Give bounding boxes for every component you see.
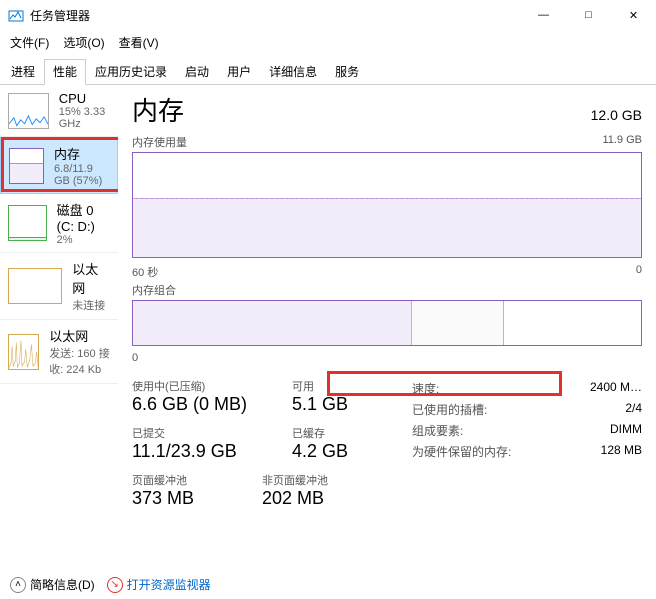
page-title: 内存	[132, 91, 184, 128]
memory-usage-chart[interactable]	[132, 152, 642, 258]
tab-startup[interactable]: 启动	[176, 59, 218, 84]
content-area: CPU 15% 3.33 GHz 内存 6.8/11.9 GB (57%) 磁盘…	[0, 85, 656, 584]
chevron-up-icon: ˄	[10, 577, 26, 593]
close-button[interactable]: ✕	[611, 0, 656, 30]
stat-inuse-value: 6.6 GB (0 MB)	[132, 394, 252, 415]
footer: ˄ 简略信息(D) ↘ 打开资源监视器	[0, 570, 656, 599]
axis-0: 0	[636, 264, 642, 280]
fewer-details-link[interactable]: ˄ 简略信息(D)	[10, 576, 95, 593]
tab-services[interactable]: 服务	[326, 59, 368, 84]
memory-composition-chart[interactable]	[132, 300, 642, 346]
stat-inuse-label: 使用中(已压缩)	[132, 378, 252, 394]
spec-slots-value: 2/4	[625, 401, 642, 418]
spec-form-value: DIMM	[610, 422, 642, 439]
menu-options[interactable]: 选项(O)	[57, 32, 110, 53]
stat-cached-label: 已缓存	[292, 425, 412, 441]
stat-paged-value: 373 MB	[132, 488, 222, 509]
ethernet0-thumbnail	[8, 268, 62, 304]
sidebar-item-ethernet0[interactable]: 以太网 未连接	[0, 253, 118, 320]
stat-avail-value: 5.1 GB	[292, 394, 412, 415]
app-icon	[8, 7, 24, 23]
main-panel: 内存 12.0 GB 内存使用量 11.9 GB 60 秒 0 内存组合 0	[118, 85, 656, 584]
sidebar-eth1-title: 以太网	[49, 326, 110, 345]
sidebar: CPU 15% 3.33 GHz 内存 6.8/11.9 GB (57%) 磁盘…	[0, 85, 118, 584]
tab-history[interactable]: 应用历史记录	[86, 59, 176, 84]
sidebar-eth0-sub: 未连接	[72, 297, 110, 313]
disk-thumbnail	[8, 205, 47, 241]
sidebar-item-memory[interactable]: 内存 6.8/11.9 GB (57%)	[0, 137, 118, 194]
axis-60s: 60 秒	[132, 264, 158, 280]
window-controls: — □ ✕	[521, 0, 656, 30]
stat-paged-label: 页面缓冲池	[132, 472, 222, 488]
tab-bar: 进程 性能 应用历史记录 启动 用户 详细信息 服务	[0, 55, 656, 85]
tab-users[interactable]: 用户	[218, 59, 260, 84]
sidebar-item-disk[interactable]: 磁盘 0 (C: D:) 2%	[0, 194, 118, 253]
maximize-button[interactable]: □	[566, 0, 611, 30]
minimize-button[interactable]: —	[521, 0, 566, 30]
spec-form-label: 组成要素:	[412, 422, 463, 439]
memory-thumbnail	[9, 148, 44, 184]
titlebar: 任务管理器 — □ ✕	[0, 0, 656, 30]
stat-cached-value: 4.2 GB	[292, 441, 412, 462]
tab-processes[interactable]: 进程	[2, 59, 44, 84]
sidebar-item-cpu[interactable]: CPU 15% 3.33 GHz	[0, 85, 118, 137]
sidebar-cpu-title: CPU	[59, 91, 110, 106]
menubar: 文件(F) 选项(O) 查看(V)	[0, 30, 656, 55]
tab-performance[interactable]: 性能	[44, 59, 86, 85]
spec-reserved-label: 为硬件保留的内存:	[412, 443, 511, 460]
specs-panel: 速度: 2400 M… 已使用的插槽: 2/4 组成要素: DIMM 为硬件保留…	[412, 378, 642, 519]
composition-label: 内存组合	[132, 282, 176, 298]
usage-chart-max: 11.9 GB	[602, 134, 642, 150]
tab-details[interactable]: 详细信息	[260, 59, 326, 84]
spec-slots-label: 已使用的插槽:	[412, 401, 487, 418]
open-resmon-label: 打开资源监视器	[127, 576, 211, 593]
open-resmon-link[interactable]: ↘ 打开资源监视器	[107, 576, 211, 593]
menu-file[interactable]: 文件(F)	[4, 32, 55, 53]
stat-nonpaged-label: 非页面缓冲池	[262, 472, 382, 488]
spec-speed-value: 2400 M…	[590, 380, 642, 397]
stat-avail-label: 可用	[292, 378, 412, 394]
stat-committed-value: 11.1/23.9 GB	[132, 441, 252, 462]
resmon-icon: ↘	[107, 577, 123, 593]
stat-committed-label: 已提交	[132, 425, 252, 441]
window-title: 任务管理器	[30, 7, 521, 24]
sidebar-item-ethernet1[interactable]: 以太网 发送: 160 接收: 224 Kb	[0, 320, 118, 384]
sidebar-eth1-sub: 发送: 160 接收: 224 Kb	[49, 345, 110, 377]
sidebar-cpu-sub: 15% 3.33 GHz	[59, 106, 110, 130]
sidebar-memory-title: 内存	[54, 144, 109, 163]
details-grid: 使用中(已压缩) 6.6 GB (0 MB) 可用 5.1 GB 已提交 11.…	[132, 378, 642, 519]
memory-total: 12.0 GB	[591, 107, 642, 123]
sidebar-eth0-title: 以太网	[72, 259, 110, 297]
sidebar-memory-sub: 6.8/11.9 GB (57%)	[54, 163, 109, 187]
spec-speed-label: 速度:	[412, 380, 439, 397]
fewer-details-label: 简略信息(D)	[30, 576, 95, 593]
usage-chart-label: 内存使用量	[132, 134, 187, 150]
ethernet1-thumbnail	[8, 334, 39, 370]
cpu-thumbnail	[8, 93, 49, 129]
sidebar-disk-sub: 2%	[57, 234, 110, 246]
comp-axis-0: 0	[132, 352, 138, 364]
spec-reserved-value: 128 MB	[601, 443, 642, 460]
menu-view[interactable]: 查看(V)	[113, 32, 165, 53]
stat-nonpaged-value: 202 MB	[262, 488, 382, 509]
sidebar-disk-title: 磁盘 0 (C: D:)	[57, 200, 110, 234]
